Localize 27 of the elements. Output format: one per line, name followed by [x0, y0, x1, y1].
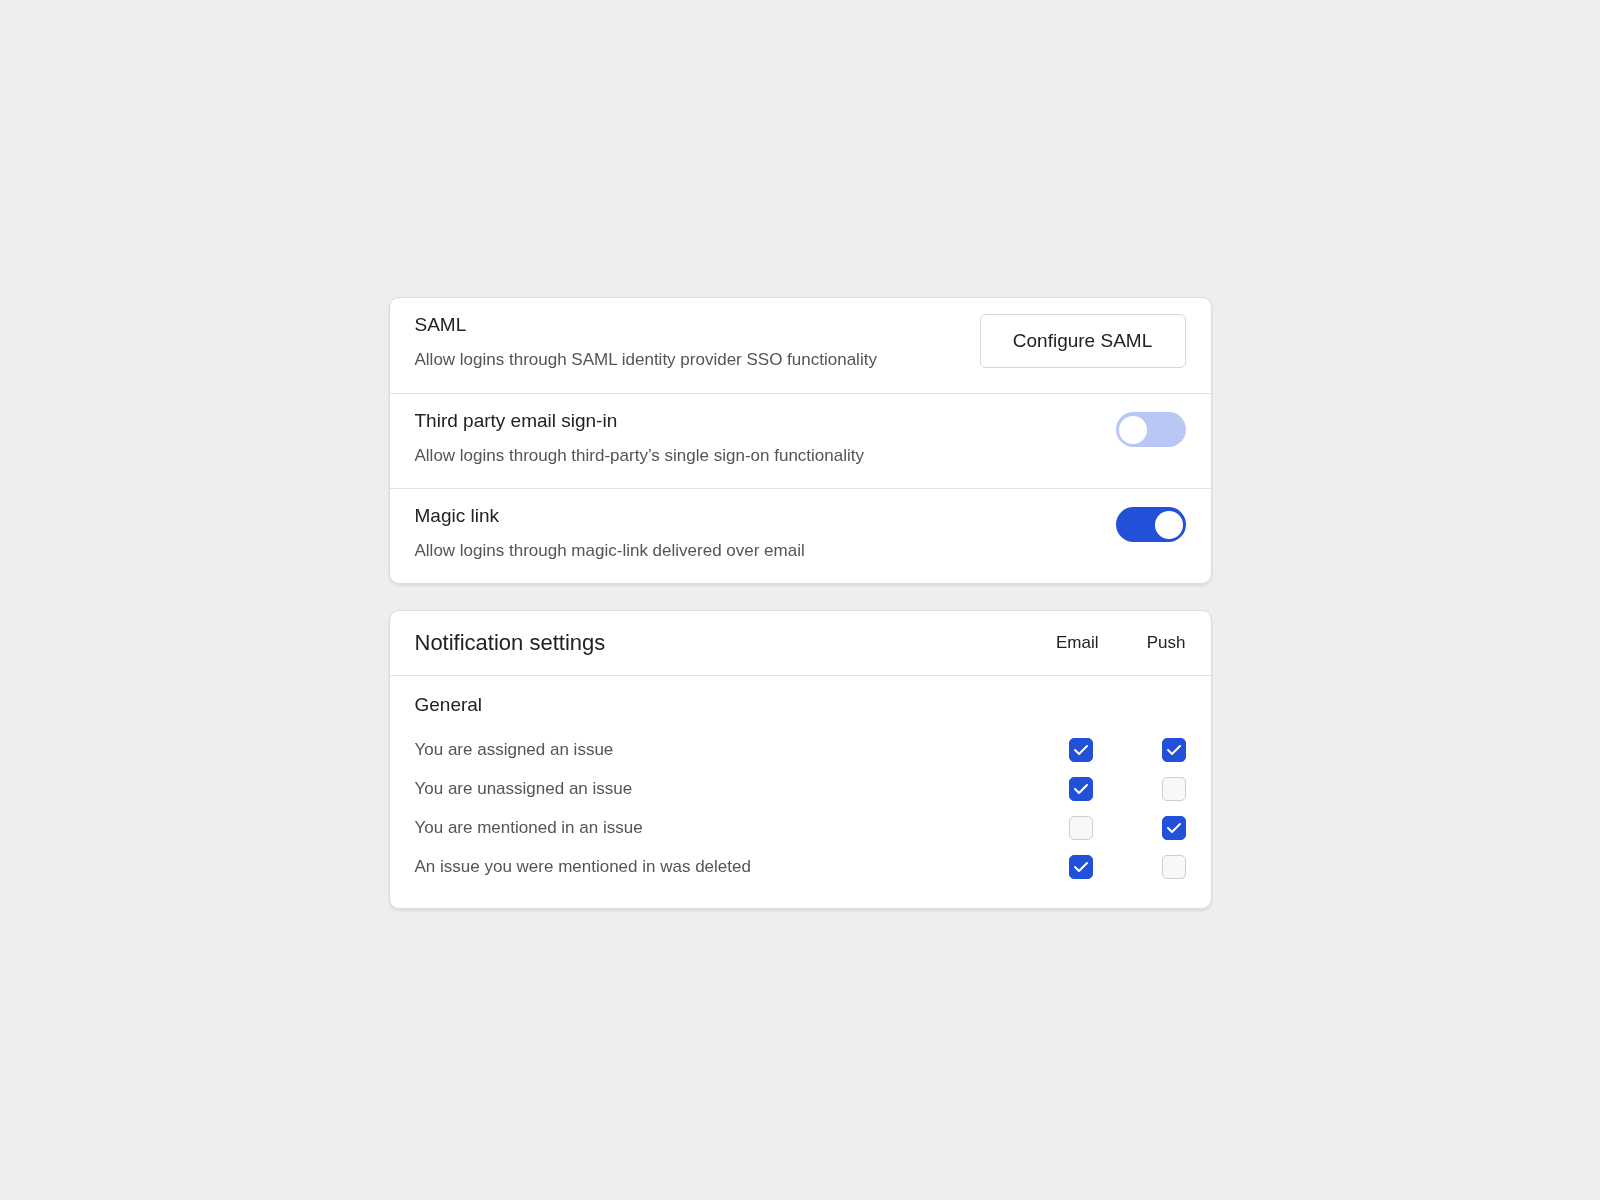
setting-title: SAML	[414, 314, 468, 336]
checkbox[interactable]	[1068, 737, 1093, 762]
checkmark-icon	[1165, 821, 1182, 834]
notification-label: You are assigned an issue	[414, 739, 615, 760]
checkbox[interactable]	[1068, 776, 1093, 801]
checkmark-icon	[1072, 782, 1089, 795]
card-title: Notification settings	[414, 630, 607, 656]
column-header: Email	[1055, 633, 1099, 653]
setting-title: Third party email sign-in	[414, 410, 619, 432]
setting-description: Allow logins through magic-link delivered over email	[414, 541, 805, 561]
column-header: Push	[1145, 633, 1186, 653]
toggle-switch[interactable]	[1115, 412, 1186, 447]
toggle-switch[interactable]	[1115, 507, 1186, 542]
checkbox[interactable]	[1068, 854, 1093, 879]
notification-label: An issue you were mentioned in was deleted	[414, 856, 752, 877]
checkbox[interactable]	[1161, 737, 1186, 762]
notification-label: You are unassigned an issue	[414, 778, 634, 799]
checkmark-icon	[1072, 743, 1089, 756]
checkmark-icon	[1165, 743, 1182, 756]
notification-label: You are mentioned in an issue	[414, 817, 644, 838]
setting-description: Allow logins through third-party’s single sign-on functionality	[414, 446, 864, 466]
setting-title: Magic link	[414, 505, 500, 527]
checkbox[interactable]	[1161, 815, 1186, 840]
configure-button[interactable]: Configure SAML	[979, 314, 1186, 368]
setting-description: Allow logins through SAML identity provider SSO functionality	[414, 350, 877, 370]
section-title: General	[414, 694, 484, 716]
checkmark-icon	[1072, 860, 1089, 873]
